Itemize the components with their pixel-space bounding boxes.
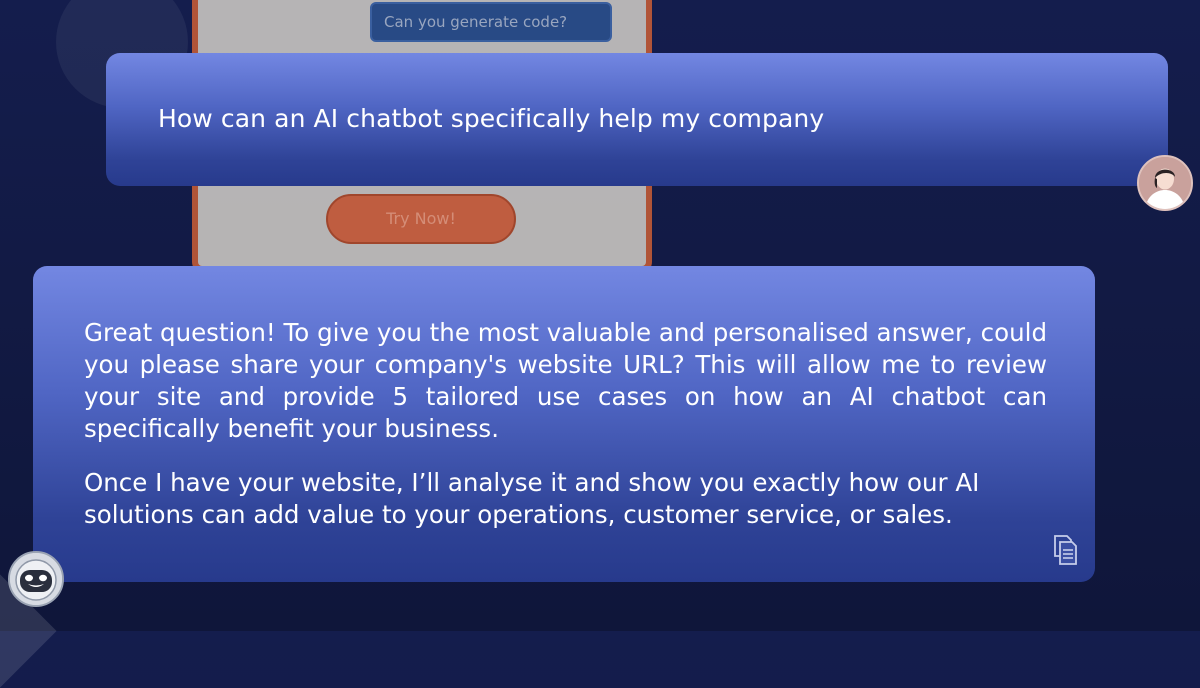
- demo-input-field: Can you generate code?: [370, 2, 612, 42]
- assistant-message-paragraph: Great question! To give you the most val…: [84, 318, 1047, 443]
- assistant-message-paragraph: Once I have your website, I’ll analyse i…: [84, 468, 980, 529]
- user-message-text: How can an AI chatbot specifically help …: [158, 104, 825, 133]
- user-message-bubble: How can an AI chatbot specifically help …: [106, 53, 1168, 186]
- user-avatar-icon: [1137, 155, 1193, 211]
- try-now-button: Try Now!: [326, 194, 516, 244]
- chat-screen: { "background_card": { "input_placeholde…: [0, 0, 1200, 688]
- copy-icon[interactable]: [1051, 534, 1079, 566]
- robot-avatar-icon: [8, 551, 64, 607]
- assistant-message-bubble: Great question! To give you the most val…: [33, 266, 1095, 582]
